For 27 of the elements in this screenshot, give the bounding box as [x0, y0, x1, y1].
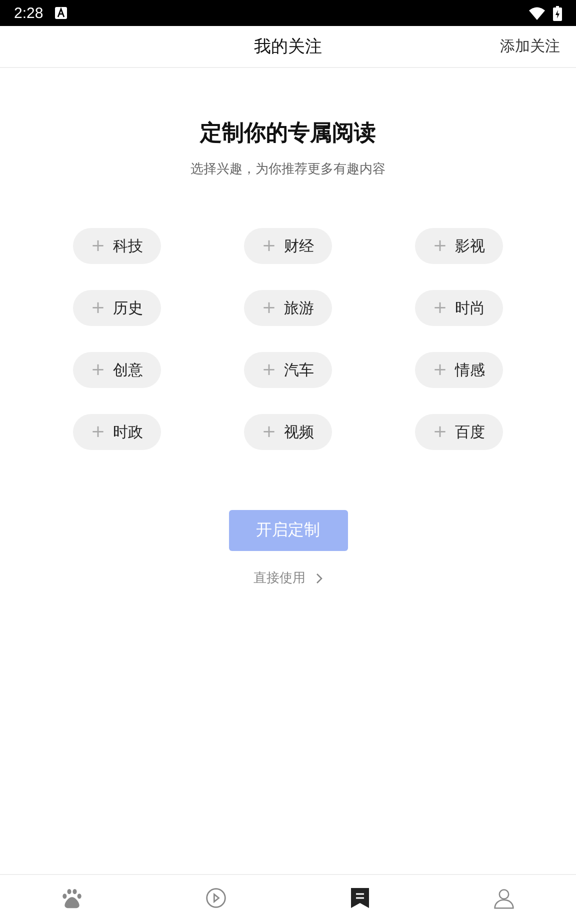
- topic-chip[interactable]: + 视频: [244, 414, 332, 450]
- paw-icon: [61, 886, 83, 908]
- topic-chip[interactable]: + 创意: [73, 352, 161, 388]
- play-icon: [205, 886, 227, 908]
- person-icon: [493, 886, 515, 908]
- bookmark-icon: [350, 886, 370, 908]
- skip-link[interactable]: 直接使用: [254, 569, 322, 587]
- topic-chip[interactable]: + 影视: [415, 228, 503, 264]
- topic-chip[interactable]: + 时政: [73, 414, 161, 450]
- topic-chip[interactable]: + 财经: [244, 228, 332, 264]
- notification-icon: [55, 7, 68, 19]
- topic-chip[interactable]: + 科技: [73, 228, 161, 264]
- intro-title: 定制你的专属阅读: [200, 120, 376, 148]
- wifi-icon: [529, 6, 545, 20]
- add-follow-link[interactable]: 添加关注: [500, 37, 560, 56]
- topic-chip[interactable]: + 百度: [415, 414, 503, 450]
- topic-chip[interactable]: + 情感: [415, 352, 503, 388]
- nav-tab[interactable]: [350, 886, 370, 908]
- topic-chip[interactable]: + 汽车: [244, 352, 332, 388]
- battery-icon: [553, 6, 562, 20]
- status-time: 2:28: [14, 4, 44, 22]
- topic-chip[interactable]: + 时尚: [415, 290, 503, 326]
- intro-subtitle: 选择兴趣，为你推荐更多有趣内容: [190, 161, 386, 178]
- chevron-icon: [316, 572, 322, 584]
- topic-chip[interactable]: + 旅游: [244, 290, 332, 326]
- page-title: 我的关注: [254, 36, 322, 58]
- topic-chip[interactable]: + 历史: [73, 290, 161, 326]
